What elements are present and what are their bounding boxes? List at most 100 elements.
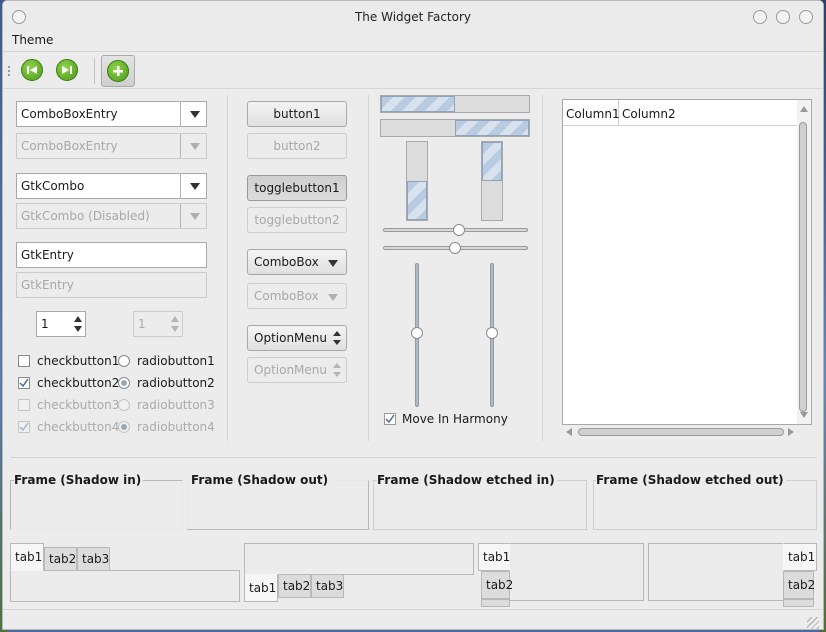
chevron-down-icon bbox=[180, 134, 206, 158]
column-header-2[interactable]: Column2 bbox=[619, 100, 797, 126]
resize-grip-icon[interactable] bbox=[807, 617, 819, 629]
radiobutton2-label[interactable]: radiobutton2 bbox=[137, 376, 215, 390]
vscale-2-knob[interactable] bbox=[486, 327, 498, 339]
close-button[interactable] bbox=[799, 10, 813, 24]
radiobutton3-label: radiobutton3 bbox=[137, 398, 215, 412]
frame-shadow-in-title: Frame (Shadow in) bbox=[14, 473, 144, 487]
scrollbar-thumb[interactable] bbox=[799, 122, 807, 412]
togglebutton1[interactable]: togglebutton1 bbox=[247, 175, 347, 201]
window-title: The Widget Factory bbox=[354, 10, 472, 24]
chevron-down-icon bbox=[180, 204, 206, 228]
go-first-icon[interactable] bbox=[21, 59, 43, 81]
column-separator bbox=[368, 95, 369, 441]
add-button[interactable] bbox=[101, 55, 135, 87]
notebook-right-tab1[interactable]: tab1 bbox=[783, 543, 817, 571]
combobox-label[interactable]: ComboBox bbox=[254, 255, 319, 269]
checkbutton2-label[interactable]: checkbutton2 bbox=[37, 376, 119, 390]
progress-fill bbox=[381, 96, 455, 112]
checkbutton3-box bbox=[18, 399, 30, 411]
hscale-2-knob[interactable] bbox=[449, 242, 461, 254]
toolbar-separator bbox=[94, 58, 95, 84]
updown-arrows-icon[interactable] bbox=[332, 329, 342, 347]
scroll-down-icon[interactable] bbox=[800, 412, 808, 418]
hscale-1-knob[interactable] bbox=[453, 224, 465, 236]
gtkcombo-text[interactable]: GtkCombo bbox=[21, 179, 84, 193]
notebook-bottom-tab2[interactable]: tab2 bbox=[278, 574, 311, 598]
notebook-bottom-tab1[interactable]: tab1 bbox=[244, 574, 278, 602]
combobox-disabled-label: ComboBox bbox=[254, 289, 319, 303]
menu-theme[interactable]: Theme bbox=[12, 33, 53, 47]
minimize-button[interactable] bbox=[753, 10, 767, 24]
radiobutton2-circle[interactable] bbox=[118, 377, 130, 389]
combobox-disabled: ComboBox bbox=[247, 283, 347, 309]
comboboxentry[interactable]: ComboBoxEntry bbox=[16, 101, 207, 127]
window: The Widget Factory Theme ComboBoxEntry C… bbox=[2, 0, 824, 630]
radiobutton1-circle[interactable] bbox=[118, 355, 130, 367]
spinbutton-disabled-value: 1 bbox=[138, 317, 146, 331]
add-icon bbox=[107, 60, 129, 82]
chevron-down-icon bbox=[328, 294, 338, 301]
notebook-left-tab3[interactable] bbox=[481, 599, 510, 607]
gtkentry[interactable]: GtkEntry bbox=[16, 242, 207, 268]
column-separator bbox=[227, 95, 228, 441]
notebook-top-tab3[interactable]: tab3 bbox=[77, 547, 110, 571]
notebook-left-tab1[interactable]: tab1 bbox=[478, 543, 510, 571]
chevron-down-icon[interactable] bbox=[180, 174, 206, 198]
button1[interactable]: button1 bbox=[247, 101, 347, 127]
notebook-right-tab3[interactable] bbox=[783, 599, 814, 607]
progressbar-vertical-2 bbox=[481, 141, 503, 221]
spin-arrows-icon[interactable] bbox=[73, 314, 83, 334]
progress-fill bbox=[407, 181, 427, 220]
checkbutton1-label[interactable]: checkbutton1 bbox=[37, 354, 119, 368]
column-header-1[interactable]: Column1 bbox=[563, 100, 620, 126]
notebook-bottom-panel bbox=[244, 543, 474, 575]
scroll-right-icon[interactable] bbox=[788, 428, 794, 436]
progress-fill bbox=[482, 142, 502, 181]
checkbutton2-box[interactable] bbox=[18, 377, 30, 389]
go-last-icon[interactable] bbox=[56, 59, 78, 81]
updown-arrows-icon bbox=[333, 363, 341, 377]
togglebutton2: togglebutton2 bbox=[247, 207, 347, 233]
notebook-top-tab1[interactable]: tab1 bbox=[10, 543, 44, 571]
checkbutton4-box bbox=[18, 421, 30, 433]
radiobutton1-label[interactable]: radiobutton1 bbox=[137, 354, 215, 368]
gtkcombo[interactable]: GtkCombo bbox=[16, 173, 207, 199]
radiobutton4-circle bbox=[118, 421, 130, 433]
chevron-down-icon[interactable] bbox=[328, 260, 338, 267]
frame-shadow-out bbox=[187, 480, 369, 530]
tree-horizontal-scrollbar[interactable] bbox=[562, 425, 812, 439]
notebook-top-tab2[interactable]: tab2 bbox=[44, 547, 77, 571]
move-in-harmony-label[interactable]: Move In Harmony bbox=[402, 412, 508, 426]
frame-shadow-etched-in-title: Frame (Shadow etched in) bbox=[377, 473, 557, 487]
comboboxentry-text[interactable]: ComboBoxEntry bbox=[21, 107, 118, 121]
spinbutton-value[interactable]: 1 bbox=[41, 317, 49, 331]
comboboxentry-disabled: ComboBoxEntry bbox=[16, 133, 207, 159]
notebook-right-panel bbox=[648, 543, 785, 601]
section-separator bbox=[11, 457, 817, 458]
optionmenu[interactable]: OptionMenu bbox=[247, 325, 347, 351]
move-in-harmony-box[interactable] bbox=[384, 413, 396, 425]
frame-shadow-out-title: Frame (Shadow out) bbox=[191, 473, 331, 487]
maximize-button[interactable] bbox=[776, 10, 790, 24]
notebook-top-panel bbox=[10, 570, 240, 602]
notebook-bottom-tab3[interactable]: tab3 bbox=[311, 574, 344, 598]
tree-vertical-scrollbar[interactable] bbox=[797, 100, 811, 424]
menu-bar: Theme bbox=[3, 31, 823, 51]
spinbutton[interactable]: 1 bbox=[36, 311, 86, 337]
scroll-left-icon[interactable] bbox=[566, 428, 572, 436]
scroll-up-icon[interactable] bbox=[800, 106, 808, 112]
title-bar: The Widget Factory bbox=[3, 1, 823, 31]
vscale-1-knob[interactable] bbox=[411, 327, 423, 339]
optionmenu-label[interactable]: OptionMenu bbox=[254, 331, 327, 345]
chevron-down-icon[interactable] bbox=[180, 102, 206, 126]
combobox[interactable]: ComboBox bbox=[247, 249, 347, 275]
tree-view[interactable]: Column1 Column2 bbox=[562, 99, 812, 425]
scrollbar-thumb[interactable] bbox=[578, 428, 784, 436]
progressbar-horizontal-1 bbox=[380, 95, 530, 113]
toolbar-grip[interactable] bbox=[8, 66, 11, 76]
radiobutton4-label: radiobutton4 bbox=[137, 420, 215, 434]
notebook-right-tab2[interactable]: tab2 bbox=[783, 571, 815, 599]
toolbar bbox=[3, 51, 823, 89]
notebook-left-tab2[interactable]: tab2 bbox=[481, 571, 513, 599]
checkbutton1-box[interactable] bbox=[18, 355, 30, 367]
